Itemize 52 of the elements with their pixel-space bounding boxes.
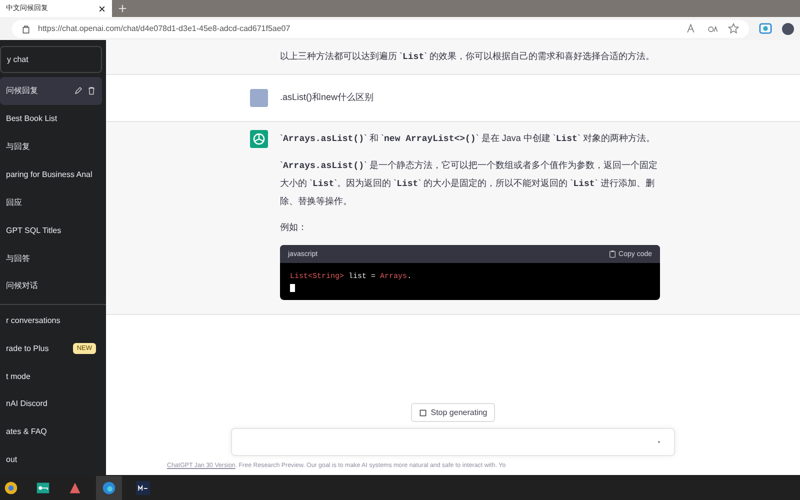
sidebar-menu-item[interactable]: nAI Discord: [0, 390, 106, 418]
chat-history-item[interactable]: GPT SQL Titles: [0, 216, 106, 244]
chat-title: 与回答: [6, 252, 31, 264]
message-text: 以上三种方法都可以达到遍历 `List` 的效果，你可以根据自己的需求和喜好选择合适的方法。: [280, 50, 656, 64]
chat-title: 问候回复: [6, 85, 39, 96]
message-text: `Arrays.asList()` 是一个静态方法，它可以把一个数组或者多个值作为参数，返回一个固定大小的 `List`。因为返回的 `List` 的大小是固定的，所以不能对返回的 `List` 进行添加、删除、替换等操作。: [280, 159, 659, 208]
menu-label: rade to Plus: [6, 344, 49, 353]
user-avatar: [250, 89, 268, 107]
sidebar-menu-item[interactable]: r conversations: [0, 306, 106, 335]
chat-title: GPT SQL Titles: [6, 226, 62, 235]
clipboard-icon: [608, 250, 616, 258]
sidebar-menu-item[interactable]: out: [0, 445, 106, 473]
chat-history-item[interactable]: Best Book List: [0, 104, 106, 133]
menu-label: r conversations: [6, 316, 60, 326]
chat-history-item[interactable]: paring for Business Anal: [0, 160, 106, 188]
pencil-icon[interactable]: [74, 86, 83, 96]
message-text: `Arrays.asList()` 和 `new ArrayList<>()` 是在 Java 中创建 `List` 对象的两种方法。: [280, 132, 656, 146]
text-cursor: [290, 284, 295, 292]
new-chat-button[interactable]: y chat: [0, 46, 102, 73]
menu-label: nAI Discord: [6, 399, 48, 408]
lock-icon: [22, 24, 30, 34]
chat-title: 回应: [6, 196, 23, 208]
sidebar-menu-item[interactable]: ates & FAQ: [0, 418, 106, 446]
browser-extension-icon[interactable]: [759, 22, 772, 35]
menu-label: t mode: [6, 372, 30, 381]
chat-history-item[interactable]: 问候回复: [0, 77, 102, 105]
edge-browser-icon[interactable]: [96, 476, 122, 500]
favorite-star-icon[interactable]: [728, 23, 739, 34]
message-input-field[interactable]: [231, 428, 675, 456]
chat-history-item[interactable]: 回应: [0, 188, 106, 216]
profile-avatar[interactable]: [782, 22, 794, 34]
plus-icon[interactable]: [118, 4, 127, 13]
menu-label: ates & FAQ: [6, 426, 47, 436]
chat-title: Best Book List: [6, 114, 58, 124]
message-text: 例如：: [280, 221, 308, 234]
message-text: .asList()和new什么区别: [280, 91, 375, 104]
stop-square-icon: [418, 408, 427, 416]
translate-icon[interactable]: [707, 23, 718, 34]
stop-generating-button[interactable]: Stop generating: [410, 403, 496, 422]
chat-history-item[interactable]: 与回答: [0, 244, 106, 272]
trash-icon[interactable]: [87, 86, 96, 96]
read-aloud-icon[interactable]: [686, 23, 697, 34]
close-icon[interactable]: [98, 4, 106, 12]
chat-title: 问候对话: [6, 280, 39, 292]
chat-title: paring for Business Anal: [6, 170, 94, 179]
assistant-logo-icon: [250, 130, 268, 148]
address-bar[interactable]: https://chat.openai.com/chat/d4e078d1-d3e1-45e8-adcd-cad671f5ae07: [12, 20, 749, 38]
chat-history-item[interactable]: 与回复: [0, 132, 106, 161]
menu-label: out: [6, 454, 18, 464]
chat-history-item[interactable]: 问候对话: [0, 272, 106, 300]
chat-title: 与回复: [6, 141, 31, 152]
sidebar-menu-item[interactable]: t mode: [0, 362, 106, 390]
